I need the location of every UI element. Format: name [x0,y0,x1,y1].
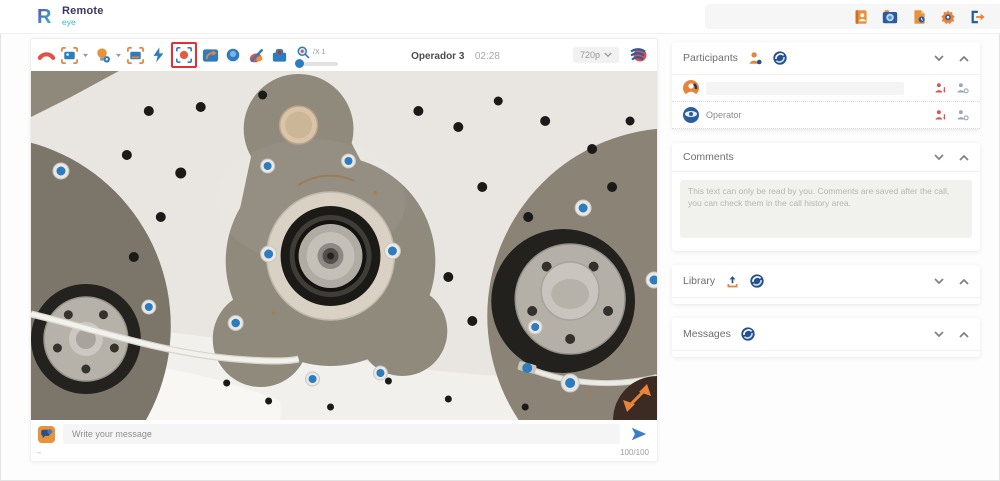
connection-icon[interactable] [628,45,648,65]
messages-title: Messages [683,328,731,340]
chevron-up-icon[interactable] [959,55,969,62]
send-message-button[interactable] [627,424,651,444]
participant-name: Operator [706,110,742,120]
zoom-control: /X 1 [295,45,338,68]
flash-icon[interactable] [148,45,168,65]
library-panel: Library [672,265,980,304]
refresh-icon[interactable] [772,50,788,66]
chat-footer: -- 100/100 [31,448,657,461]
send-icon [631,427,647,441]
call-toolbar: /X 1 Operador 3 02:28 720p [31,39,657,71]
messages-header: Messages [672,318,980,351]
messages-panel: Messages [672,318,980,357]
chevron-down-icon [604,52,612,58]
participants-header: Participants [672,42,980,75]
participant-name-redacted [706,81,904,95]
quality-value: 720p [579,50,600,60]
participants-panel: Participants Operator [672,42,980,129]
invite-participant-icon[interactable] [747,50,763,66]
remove-participant-icon[interactable] [934,82,947,95]
brand-sub: eye [62,16,76,27]
operator-name: Operador 3 [411,51,465,62]
record-icon[interactable] [175,46,193,64]
zoom-icon[interactable] [296,45,311,60]
refresh-icon[interactable] [740,326,756,342]
avatar [683,80,699,96]
resize-handle[interactable]: -- [37,448,41,457]
comments-panel: Comments [672,143,980,251]
participant-permissions-icon[interactable] [956,109,969,122]
chevron-down-icon[interactable] [934,153,944,161]
comments-title: Comments [683,151,734,163]
chevron-down-icon[interactable] [934,330,944,338]
hangup-icon[interactable] [36,45,56,65]
flashlight-icon[interactable] [92,45,112,65]
files-icon[interactable] [910,8,928,26]
header-actions [705,4,1000,29]
library-title: Library [683,275,716,287]
remote-video-feed[interactable] [31,71,657,420]
chevron-up-icon[interactable] [959,154,969,161]
participant-row[interactable]: Operator [672,102,980,129]
char-counter: 100/100 [620,448,649,457]
snapshot-icon[interactable] [59,45,79,65]
upload-icon[interactable] [724,273,740,289]
annotate-icon[interactable] [246,45,266,65]
avatar [683,107,699,123]
quality-select[interactable]: 720p [572,47,619,63]
participant-permissions-icon[interactable] [956,82,969,95]
quick-messages-icon[interactable] [37,425,56,444]
chevron-down-icon[interactable] [934,277,944,285]
captures-icon[interactable] [881,8,899,26]
zoom-level-label: /X 1 [313,48,326,56]
brand-name: Remote [62,4,104,17]
remove-participant-icon[interactable] [934,109,947,122]
refresh-icon[interactable] [749,273,765,289]
settings-icon[interactable] [939,8,957,26]
logout-icon[interactable] [968,8,986,26]
call-timer: 02:28 [474,51,500,62]
chevron-up-icon[interactable] [959,278,969,285]
zoom-slider-thumb[interactable] [295,59,304,68]
record-button-highlight [171,42,197,68]
app-logo[interactable]: R Remote eye [34,5,104,27]
call-info: Operador 3 02:28 [341,46,570,64]
comments-header: Comments [672,143,980,172]
toolbox-icon[interactable] [269,45,289,65]
freeze-icon[interactable] [125,45,145,65]
app-header: R Remote eye [0,0,1000,34]
screen-share-icon[interactable] [200,45,220,65]
call-card: /X 1 Operador 3 02:28 720p Write your me… [30,38,658,462]
chevron-down-icon[interactable] [82,52,89,58]
participants-title: Participants [683,52,738,64]
remote-eye-logo-icon: R [37,6,52,27]
chat-bar [31,420,657,448]
contacts-icon[interactable] [852,8,870,26]
chevron-down-icon[interactable] [934,54,944,62]
camera-icon[interactable] [223,45,243,65]
participant-row[interactable] [672,75,980,102]
comments-input[interactable] [680,180,972,238]
chevron-up-icon[interactable] [959,331,969,338]
chevron-down-icon[interactable] [115,52,122,58]
svg-text:R: R [37,6,52,27]
sidebar: Participants Operator Comments This text… [672,42,980,357]
library-header: Library [672,265,980,298]
zoom-slider[interactable] [295,59,338,68]
chat-message-input[interactable] [63,424,620,444]
